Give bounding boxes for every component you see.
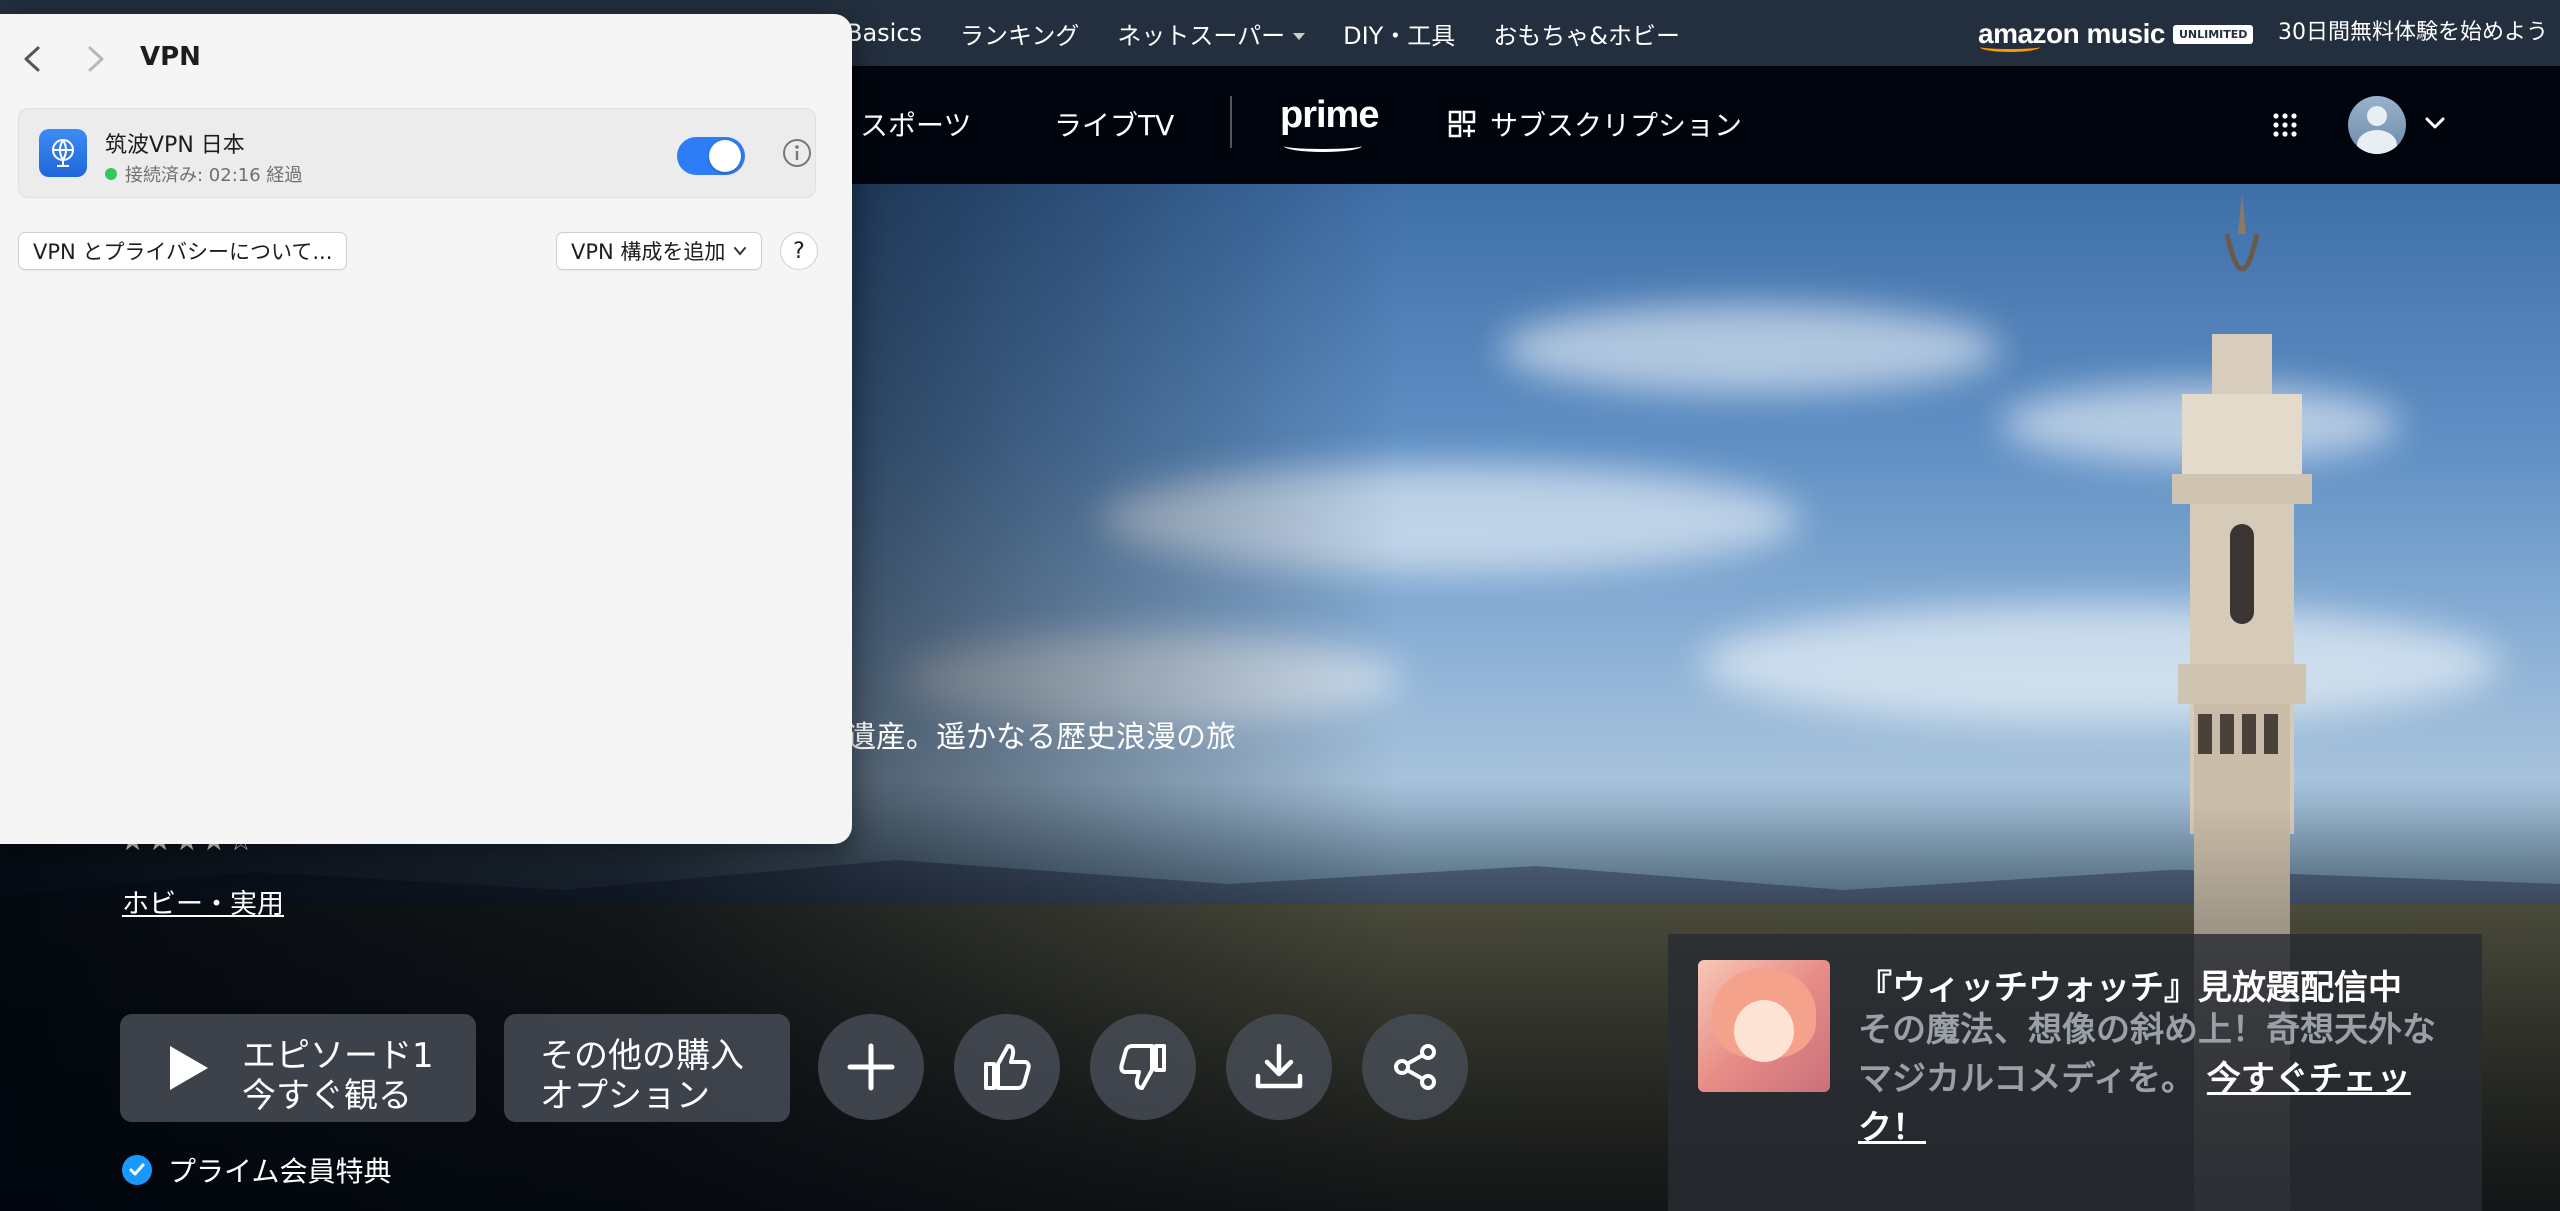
nav-live-tv[interactable]: ライブTV (1054, 104, 1174, 144)
nav-sports[interactable]: スポーツ (860, 104, 971, 144)
thumbs-down-icon (1119, 1044, 1166, 1090)
chevron-down-icon (734, 247, 747, 256)
add-to-watchlist-button[interactable] (818, 1014, 924, 1120)
share-icon (1394, 1044, 1436, 1090)
connected-status-dot (105, 168, 117, 180)
add-vpn-config-label: VPN 構成を追加 (571, 240, 726, 264)
prime-benefit-text: プライム会員特典 (168, 1155, 392, 1188)
vpn-connection-status: 接続済み: 02:16 経過 (105, 161, 302, 187)
panel-title: VPN (140, 42, 201, 72)
vpn-status-text: 接続済み: 02:16 経過 (125, 165, 303, 186)
play-button-line2: 今すぐ観る (242, 1076, 412, 1116)
cloud (1500, 304, 2000, 394)
nav-link-basics[interactable]: Basics (846, 19, 922, 47)
apps-grid-icon[interactable] (2272, 112, 2298, 138)
avatar-body (2357, 130, 2397, 154)
genre-link[interactable]: ホビー・実用 (122, 882, 284, 921)
caret-down-icon (1293, 33, 1306, 40)
amazon-smile-icon (1980, 42, 2040, 52)
like-button[interactable] (954, 1014, 1060, 1120)
globe-icon (52, 139, 74, 167)
prime-logo[interactable]: prime (1280, 94, 1379, 137)
unlimited-badge: UNLIMITED (2172, 24, 2254, 44)
chevron-down-icon[interactable] (2424, 112, 2446, 134)
nav-link-toys[interactable]: おもちゃ&ホビー (1493, 16, 1680, 51)
nav-subscriptions[interactable]: サブスクリプション (1490, 104, 1742, 144)
vpn-connection-row[interactable]: 筑波VPN 日本 接続済み: 02:16 経過 (18, 108, 816, 198)
thumbs-up-icon (984, 1044, 1031, 1090)
vpn-settings-panel: VPN 筑波VPN 日本 接続済み: 02:16 経過 VPN とプライバシーに… (0, 14, 852, 844)
top-nav-links: Basics ランキング ネットスーパー DIY・工具 おもちゃ&ホビー (846, 0, 1680, 66)
promo-thumbnail[interactable] (1698, 960, 1830, 1092)
prime-smile-icon (1284, 140, 1362, 152)
promo-card[interactable]: 『ウィッチウォッチ』見放題配信中 その魔法、想像の斜め上！奇想天外なマジカルコメ… (1668, 934, 2482, 1211)
play-icon (170, 1046, 208, 1090)
thumb-face (1734, 1000, 1794, 1062)
nav-link-net-super[interactable]: ネットスーパー (1117, 16, 1306, 51)
help-button[interactable]: ? (780, 232, 818, 270)
play-episode-button[interactable]: エピソード1 今すぐ観る (120, 1014, 476, 1122)
forward-chevron-icon[interactable] (82, 44, 110, 74)
info-icon[interactable] (781, 137, 813, 169)
nav-link-diy[interactable]: DIY・工具 (1343, 16, 1455, 51)
check-circle-icon (122, 1155, 152, 1185)
share-button[interactable] (1362, 1014, 1468, 1120)
nav-link-ranking[interactable]: ランキング (960, 16, 1079, 51)
vpn-toggle[interactable] (677, 137, 745, 175)
free-trial-link[interactable]: 30日間無料体験を始めよう (2278, 14, 2548, 46)
back-chevron-icon[interactable] (18, 44, 46, 74)
checkmark-icon (129, 1163, 145, 1176)
vpn-connection-name: 筑波VPN 日本 (105, 133, 245, 158)
hero-description: 遺産。遥かなる歴史浪漫の旅 (846, 720, 1236, 755)
prime-benefit-label: プライム会員特典 (122, 1150, 391, 1190)
promo-title: 『ウィッチウォッチ』見放題配信中 (1858, 968, 2402, 1008)
promo-body: その魔法、想像の斜め上！奇想天外なマジカルコメディを。 今すぐチェック！ (1858, 1006, 2458, 1153)
avatar-head (2367, 106, 2387, 126)
vpn-privacy-button[interactable]: VPN とプライバシーについて... (18, 232, 348, 270)
nav-link-net-super-label: ネットスーパー (1117, 21, 1286, 50)
buy-button-line2: オプション (540, 1076, 710, 1116)
more-purchase-options-button[interactable]: その他の購入 オプション (504, 1014, 790, 1122)
download-button[interactable] (1226, 1014, 1332, 1120)
profile-avatar[interactable] (2348, 96, 2406, 154)
vpn-globe-icon (39, 129, 87, 177)
dislike-button[interactable] (1090, 1014, 1196, 1120)
cloud (1700, 604, 2500, 724)
plus-icon (847, 1043, 895, 1091)
download-icon (1255, 1043, 1303, 1089)
add-vpn-config-button[interactable]: VPN 構成を追加 (556, 232, 763, 270)
nav-divider (1230, 96, 1232, 148)
toggle-knob (709, 140, 741, 172)
subscriptions-grid-icon (1448, 110, 1476, 138)
